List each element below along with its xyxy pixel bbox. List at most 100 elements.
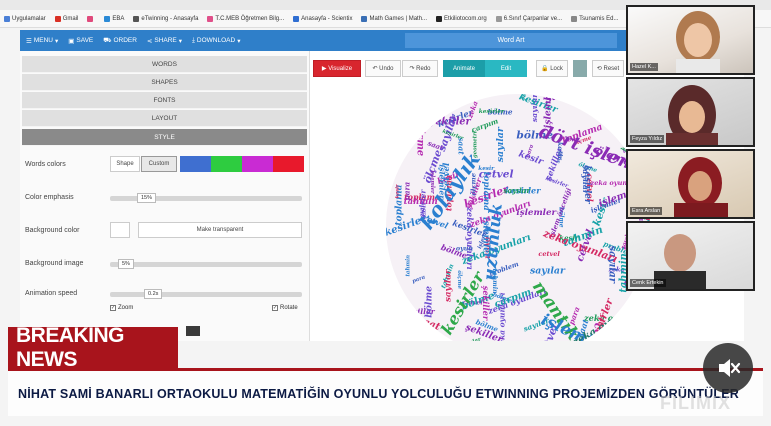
chevron-down-icon: ▾ <box>237 37 241 45</box>
participant-name: Cenk Ertekin <box>630 279 666 287</box>
watermark: FILIMIX <box>660 393 731 413</box>
color-swatch[interactable] <box>180 156 211 172</box>
check-icon: ✓ <box>110 305 116 311</box>
participant-tile[interactable]: Esra Arslan <box>626 149 755 219</box>
bookmark-item[interactable]: Gmail <box>54 15 78 22</box>
bookmark-favicon-icon <box>104 15 111 22</box>
news-ticker: NİHAT SAMİ BANARLI ORTAOKULU MATEMATİĞİN… <box>8 368 763 416</box>
participant-tile[interactable]: Feyza Yıldız <box>626 77 755 147</box>
floppy-icon: ▣ <box>68 37 75 45</box>
color-emphasis-label: Color emphasis <box>25 194 74 201</box>
bookmark-favicon-icon <box>495 15 502 22</box>
word-cloud-word: bölme <box>423 286 434 318</box>
background-color-picker[interactable] <box>110 222 130 238</box>
word-cloud-word: cetvel <box>538 250 560 258</box>
word-cloud-word: zeka oyunları <box>381 292 391 341</box>
rotate-checkbox[interactable]: ✓ Rotate <box>272 305 298 311</box>
participant-name: Esra Arslan <box>630 207 663 215</box>
word-cloud-word: sayılar <box>530 266 566 277</box>
color-swatch[interactable] <box>273 156 304 172</box>
animation-speed-slider[interactable] <box>110 292 302 297</box>
menu-button[interactable]: ☰ MENU ▾ <box>26 37 58 45</box>
bookmark-favicon-icon <box>293 15 300 22</box>
color-swatch[interactable] <box>242 156 273 172</box>
bookmark-item[interactable]: Tsunamis Ed... <box>571 15 618 22</box>
background-image-value[interactable]: 5% <box>118 259 134 269</box>
bookmark-item[interactable]: eTwinning - Anasayfa <box>133 15 198 22</box>
mute-button[interactable] <box>703 343 753 393</box>
make-transparent-button[interactable]: Make transparent <box>138 222 302 238</box>
accordion-fonts[interactable]: FONTS <box>22 92 307 109</box>
bookmark-item[interactable]: Uygulamalar <box>4 15 46 22</box>
screen: Uygulamalar Gmail EBA eTwinning - Anasayfa T… <box>0 0 771 426</box>
check-icon: ✓ <box>272 305 278 311</box>
word-cloud-word: sayılar <box>644 299 663 331</box>
share-button[interactable]: ⋖ SHARE ▾ <box>147 37 182 45</box>
participant-tile[interactable]: Cenk Ertekin <box>626 221 755 291</box>
chevron-down-icon: ▾ <box>178 37 183 45</box>
settings-panel: WORDS SHAPES FONTS LAYOUT STYLE Words co… <box>20 51 310 341</box>
word-cloud-word: tahmin <box>405 255 411 277</box>
document-title[interactable]: Word Art <box>405 33 617 48</box>
download-icon: ⤓ <box>192 36 195 44</box>
word-cloud-word: oyun <box>456 246 474 253</box>
bookmark-item[interactable]: 6.Sınıf Çarpanlar ve... <box>495 15 562 22</box>
dark-color-swatch[interactable] <box>186 326 200 336</box>
word-cloud-word: sayılar <box>581 165 590 195</box>
word-cloud-word: para <box>454 90 477 101</box>
accordion-layout[interactable]: LAYOUT <box>22 110 307 127</box>
word-cloud-word: geometri <box>387 99 395 132</box>
word-cloud-word: sayılar <box>503 186 531 195</box>
order-button[interactable]: ⛟ ORDER <box>103 36 137 45</box>
bookmark-favicon-icon <box>436 15 443 22</box>
accordion-words[interactable]: WORDS <box>22 56 307 73</box>
zoom-checkbox[interactable]: ✓ Zoom <box>110 305 133 311</box>
participant-tile[interactable]: Hazel K... <box>626 5 755 75</box>
word-cloud-word: saat <box>386 323 408 333</box>
participant-name: Feyza Yıldız <box>630 135 665 143</box>
bookmark-favicon-icon <box>571 15 578 22</box>
bookmark-item[interactable]: EBA <box>104 15 124 22</box>
bookmark-item[interactable]: Anasayfa - Scientix <box>293 15 352 22</box>
shape-color-option[interactable]: Shape <box>110 156 140 172</box>
word-cloud-word: şekiller <box>373 134 384 177</box>
word-cloud-word: tahmin <box>653 303 687 324</box>
word-cloud-word: kesir <box>395 184 401 198</box>
breaking-news-banner: BREAKING NEWS <box>8 324 178 371</box>
animation-speed-value[interactable]: 0.2s <box>144 289 163 299</box>
word-cloud-word: sayılar <box>443 268 453 302</box>
bookmark-favicon-icon <box>87 15 94 22</box>
bookmark-favicon-icon <box>207 15 214 22</box>
bookmark-item[interactable]: Etkiliotocom.org <box>436 15 487 22</box>
menu-icon: ☰ <box>26 37 32 45</box>
share-icon: ⋖ <box>146 37 153 45</box>
word-cloud-word: saat <box>574 81 580 95</box>
custom-color-option[interactable]: Custom <box>141 156 177 172</box>
background-image-slider[interactable] <box>110 262 302 267</box>
accordion-style[interactable]: STYLE <box>22 129 307 146</box>
word-cloud-word: sayılar <box>495 126 506 162</box>
bookmark-favicon-icon <box>133 15 140 22</box>
bookmark-favicon-icon <box>4 15 10 22</box>
bookmark-item[interactable]: Math Games | Math... <box>361 15 427 22</box>
download-button[interactable]: ⤓ DOWNLOAD ▾ <box>192 37 240 45</box>
bookmark-item[interactable] <box>87 15 95 22</box>
word-cloud-word: kesir <box>463 75 479 99</box>
word-cloud-word: problem <box>378 318 390 341</box>
background-image-label: Background image <box>25 260 84 267</box>
word-cloud-word: kesirler <box>395 118 401 142</box>
word-cloud-word: kesirler <box>479 108 505 115</box>
background-color-label: Background color <box>25 227 80 234</box>
color-emphasis-value[interactable]: 15% <box>137 193 157 203</box>
word-cloud-word: sayılar <box>398 68 420 105</box>
speaker-muted-icon <box>719 359 741 377</box>
word-cloud-word: cetvel <box>421 109 429 131</box>
word-cloud-word: işlem önceliği <box>385 80 445 109</box>
accordion-shapes[interactable]: SHAPES <box>22 74 307 91</box>
words-colors-label: Words colors <box>25 161 66 168</box>
bookmark-favicon-icon <box>54 15 61 22</box>
save-button[interactable]: ▣ SAVE <box>68 37 93 45</box>
bookmark-item[interactable]: T.C.MEB Öğretmen Bilg... <box>207 15 284 22</box>
color-swatch[interactable] <box>211 156 242 172</box>
participant-tiles: Hazel K... Feyza Yıldız Esra Arslan Cenk… <box>626 5 755 293</box>
